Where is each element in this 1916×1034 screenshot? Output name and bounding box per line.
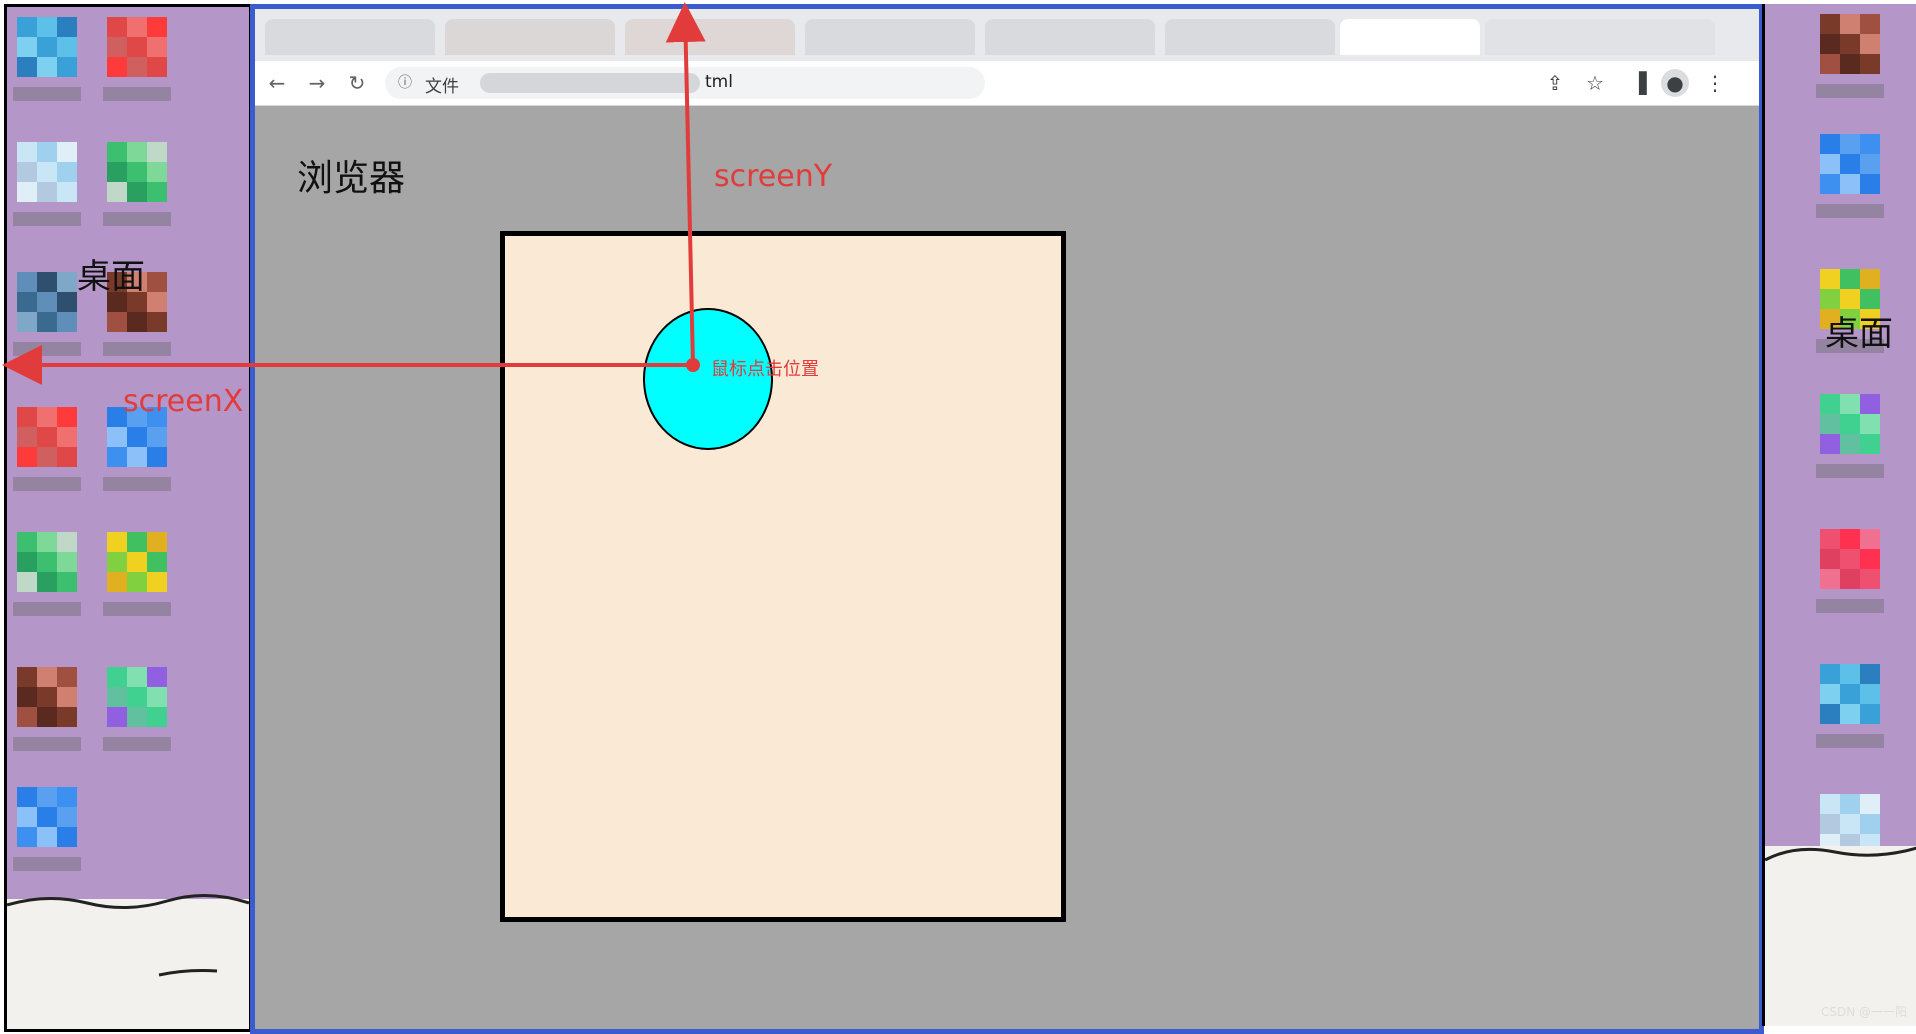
click-point-dot (686, 358, 700, 372)
screenX-label: screenX (123, 384, 244, 419)
diagram-overlay (2, 2, 773, 450)
click-position-label: 鼠标点击位置 (711, 359, 819, 380)
